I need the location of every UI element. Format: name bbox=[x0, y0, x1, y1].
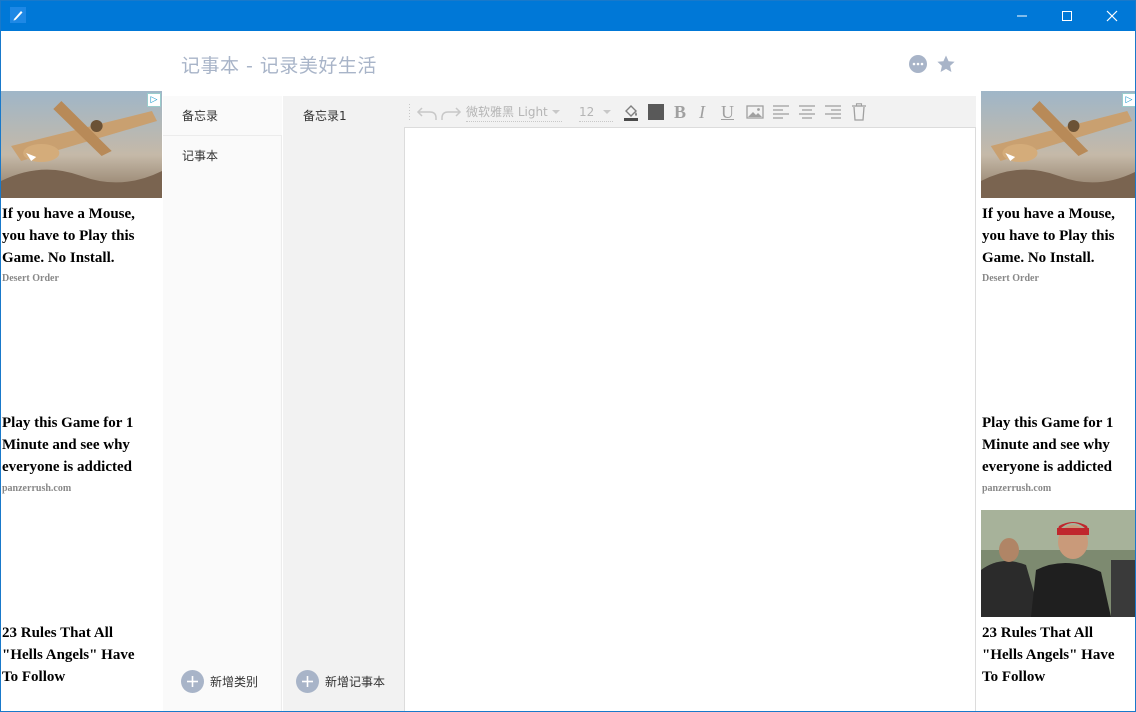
ad-source[interactable]: Desert Order bbox=[982, 273, 1039, 284]
title-bar[interactable] bbox=[1, 1, 1135, 31]
category-item-notebook[interactable]: 记事本 bbox=[163, 136, 282, 176]
more-icon[interactable] bbox=[908, 54, 928, 74]
delete-icon[interactable] bbox=[851, 102, 867, 122]
app-title: 记事本 - 记录美好生活 bbox=[181, 55, 377, 77]
ad-source[interactable]: Desert Order bbox=[2, 273, 59, 284]
ad-column-right: ▷ If you have a Mouse, you have to Play … bbox=[981, 91, 1135, 711]
fill-color-icon[interactable] bbox=[622, 102, 640, 122]
align-center-icon[interactable] bbox=[798, 102, 816, 122]
ad-image-biker[interactable] bbox=[981, 510, 1135, 617]
note-list-column: 备忘录1 新增记事本 bbox=[283, 96, 404, 711]
ad-source[interactable]: panzerrush.com bbox=[2, 483, 71, 494]
adchoices-icon[interactable]: ▷ bbox=[147, 93, 161, 107]
underline-icon[interactable]: U bbox=[721, 102, 734, 122]
minimize-button[interactable] bbox=[999, 1, 1045, 31]
font-family-value: 微软雅黑 Light bbox=[466, 105, 548, 119]
maximize-icon bbox=[1062, 11, 1072, 21]
ad-headline[interactable]: If you have a Mouse, you have to Play th… bbox=[982, 203, 1132, 269]
image-icon[interactable] bbox=[746, 102, 764, 122]
ad-headline[interactable]: 23 Rules That All "Hells Angels" Have To… bbox=[982, 622, 1132, 688]
close-button[interactable] bbox=[1089, 1, 1135, 31]
bold-icon[interactable]: B bbox=[674, 102, 686, 122]
font-size-select[interactable]: 12 bbox=[579, 102, 613, 122]
redo-icon[interactable] bbox=[440, 102, 462, 122]
maximize-button[interactable] bbox=[1044, 1, 1090, 31]
note-item[interactable]: 备忘录1 bbox=[283, 96, 404, 136]
category-item-memo[interactable]: 备忘录 bbox=[163, 96, 282, 136]
ad-headline[interactable]: Play this Game for 1 Minute and see why … bbox=[982, 412, 1132, 478]
italic-icon[interactable]: I bbox=[699, 102, 705, 122]
minimize-icon bbox=[1017, 15, 1027, 17]
pen-icon bbox=[10, 7, 26, 23]
plus-icon bbox=[296, 670, 319, 693]
plus-icon bbox=[181, 670, 204, 693]
ad-source[interactable]: panzerrush.com bbox=[982, 483, 1051, 494]
editor-toolbar: 微软雅黑 Light 12 B I U bbox=[404, 96, 976, 128]
font-size-value: 12 bbox=[579, 104, 595, 119]
ad-headline[interactable]: If you have a Mouse, you have to Play th… bbox=[2, 203, 152, 269]
adchoices-icon[interactable]: ▷ bbox=[1122, 93, 1135, 107]
category-column: 备忘录 记事本 新增类别 bbox=[163, 96, 282, 711]
align-right-icon[interactable] bbox=[824, 102, 842, 122]
ad-headline[interactable]: 23 Rules That All "Hells Angels" Have To… bbox=[2, 622, 152, 688]
add-category-button[interactable]: 新增类别 bbox=[181, 670, 258, 693]
ad-image-plane[interactable]: ▷ bbox=[981, 91, 1135, 198]
font-family-select[interactable]: 微软雅黑 Light bbox=[466, 102, 562, 122]
add-category-label: 新增类别 bbox=[210, 675, 259, 689]
add-note-button[interactable]: 新增记事本 bbox=[296, 670, 385, 693]
chevron-down-icon bbox=[552, 109, 560, 114]
undo-icon[interactable] bbox=[416, 102, 438, 122]
align-left-icon[interactable] bbox=[772, 102, 790, 122]
toolbar-grip bbox=[408, 102, 411, 122]
add-note-label: 新增记事本 bbox=[325, 675, 386, 689]
editor-area[interactable] bbox=[404, 128, 976, 711]
ad-headline[interactable]: Play this Game for 1 Minute and see why … bbox=[2, 412, 152, 478]
close-icon bbox=[1106, 10, 1118, 22]
ad-image-plane[interactable]: ▷ bbox=[1, 91, 162, 198]
app-window: 记事本 - 记录美好生活 ▷ If you have a Mouse, you … bbox=[0, 0, 1136, 712]
text-color-swatch[interactable] bbox=[648, 102, 664, 122]
chevron-down-icon bbox=[603, 109, 611, 114]
star-icon[interactable] bbox=[936, 54, 956, 74]
ad-column-left: ▷ If you have a Mouse, you have to Play … bbox=[1, 91, 162, 711]
